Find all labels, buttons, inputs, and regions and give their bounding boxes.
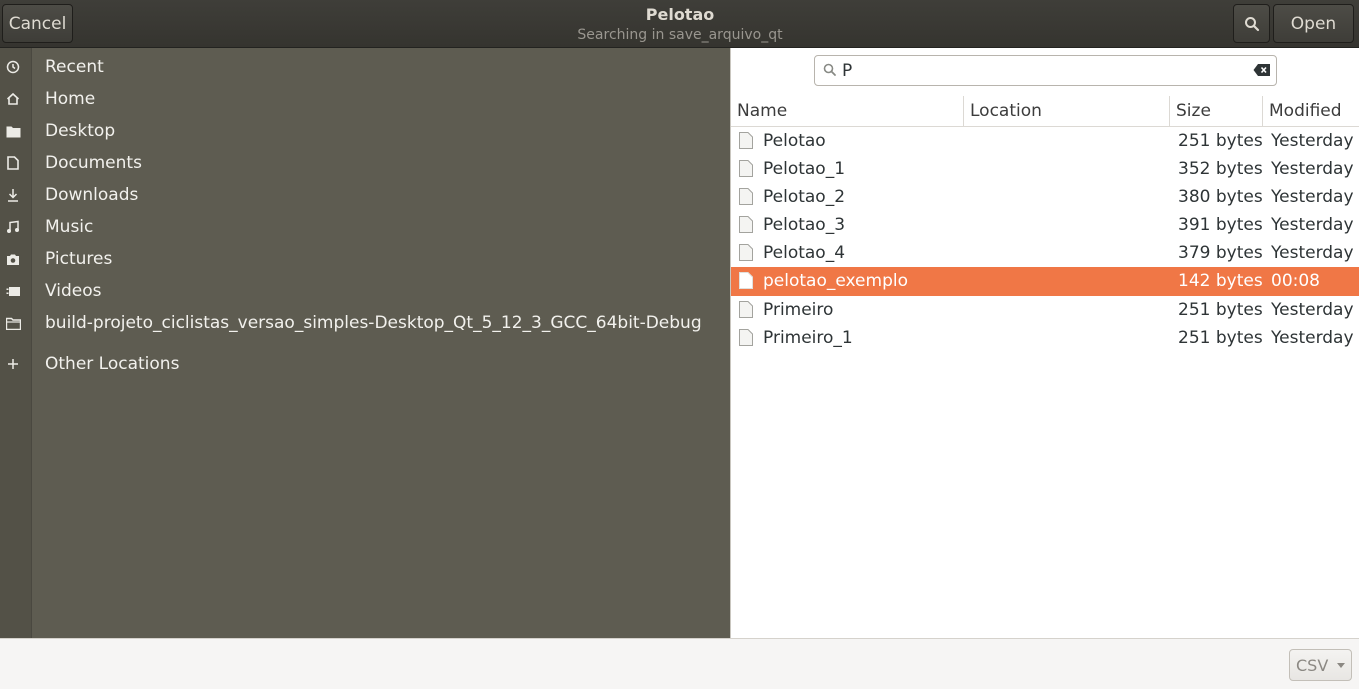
sidebar-item-recent[interactable]: Recent	[0, 51, 730, 83]
file-size: 380 bytes	[1178, 187, 1263, 207]
column-header-location[interactable]: Location	[964, 96, 1170, 127]
search-icon	[823, 63, 836, 76]
file-size: 352 bytes	[1178, 159, 1263, 179]
file-row[interactable]: Pelotao_1 352 bytes Yesterday	[731, 155, 1359, 183]
video-icon	[0, 275, 26, 307]
camera-icon	[0, 243, 26, 275]
file-modified: Yesterday	[1271, 300, 1354, 320]
chevron-down-icon	[1337, 663, 1345, 668]
file-name: Pelotao	[763, 131, 826, 151]
file-browser-pane: P Name Location Size Modified Pelotao 25…	[730, 48, 1359, 638]
file-size: 142 bytes	[1178, 271, 1263, 291]
sidebar-item-videos[interactable]: Videos	[0, 275, 730, 307]
file-icon	[739, 329, 753, 346]
dialog-subtitle: Searching in save_arquivo_qt	[577, 27, 783, 43]
file-icon	[739, 160, 753, 177]
file-icon	[739, 216, 753, 233]
sidebar-item-music[interactable]: Music	[0, 211, 730, 243]
file-size: 251 bytes	[1178, 300, 1263, 320]
home-icon	[0, 83, 26, 115]
file-icon	[739, 188, 753, 205]
search-icon	[1244, 16, 1259, 31]
file-type-filter-select[interactable]: CSV	[1289, 649, 1352, 681]
file-modified: Yesterday	[1271, 159, 1354, 179]
file-modified: Yesterday	[1271, 215, 1354, 235]
file-size: 379 bytes	[1178, 243, 1263, 263]
column-header-size[interactable]: Size	[1170, 96, 1263, 127]
sidebar-item-label: Music	[45, 217, 94, 237]
music-icon	[0, 211, 26, 243]
file-icon	[739, 132, 753, 149]
open-button[interactable]: Open	[1273, 4, 1354, 43]
search-toggle-button[interactable]	[1233, 4, 1270, 43]
bottom-action-bar: CSV	[0, 638, 1359, 689]
sidebar-item-build-folder[interactable]: build-projeto_ciclistas_versao_simples-D…	[0, 307, 730, 339]
file-modified: Yesterday	[1271, 328, 1354, 348]
cancel-button[interactable]: Cancel	[2, 4, 73, 43]
sidebar-item-label: Desktop	[45, 121, 116, 141]
folder-icon	[0, 115, 26, 147]
file-row[interactable]: Primeiro 251 bytes Yesterday	[731, 296, 1359, 324]
file-size: 391 bytes	[1178, 215, 1263, 235]
sidebar-item-label: Home	[45, 89, 96, 109]
file-icon	[739, 272, 753, 289]
sidebar-item-label: Pictures	[45, 249, 113, 269]
sidebar-item-label: build-projeto_ciclistas_versao_simples-D…	[45, 313, 702, 333]
sidebar-item-label: Documents	[45, 153, 142, 173]
file-row[interactable]: Pelotao_3 391 bytes Yesterday	[731, 211, 1359, 239]
sidebar-item-label: Videos	[45, 281, 102, 301]
sidebar-item-documents[interactable]: Documents	[0, 147, 730, 179]
search-input[interactable]: P	[814, 55, 1277, 86]
document-icon	[0, 147, 26, 179]
file-name: Pelotao_3	[763, 215, 846, 235]
clear-icon[interactable]	[1253, 63, 1271, 77]
file-name: Pelotao_4	[763, 243, 846, 263]
column-header-row: Name Location Size Modified	[731, 96, 1359, 127]
download-icon	[0, 179, 26, 211]
folder-icon	[0, 307, 26, 339]
dialog-title-area: Pelotao Searching in save_arquivo_qt	[470, 5, 890, 45]
file-row[interactable]: Pelotao_4 379 bytes Yesterday	[731, 239, 1359, 267]
sidebar-item-label: Recent	[45, 57, 104, 77]
file-row[interactable]: Pelotao 251 bytes Yesterday	[731, 127, 1359, 155]
sidebar-item-desktop[interactable]: Desktop	[0, 115, 730, 147]
sidebar-item-label: Other Locations	[45, 354, 180, 374]
file-size: 251 bytes	[1178, 131, 1263, 151]
file-row[interactable]: Pelotao_2 380 bytes Yesterday	[731, 183, 1359, 211]
file-name: Primeiro	[763, 300, 834, 320]
file-row[interactable]: Primeiro_1 251 bytes Yesterday	[731, 324, 1359, 352]
dialog-title: Pelotao	[645, 5, 715, 24]
sidebar-item-downloads[interactable]: Downloads	[0, 179, 730, 211]
sidebar-item-home[interactable]: Home	[0, 83, 730, 115]
header-bar: Cancel Pelotao Searching in save_arquivo…	[0, 0, 1359, 48]
sidebar-item-pictures[interactable]: Pictures	[0, 243, 730, 275]
search-query-text: P	[842, 61, 853, 81]
column-header-name[interactable]: Name	[731, 96, 964, 127]
file-name: Pelotao_2	[763, 187, 846, 207]
file-modified: Yesterday	[1271, 243, 1354, 263]
filter-selected-label: CSV	[1296, 655, 1329, 675]
file-modified: 00:08	[1271, 271, 1320, 291]
plus-icon	[0, 348, 26, 380]
column-header-modified[interactable]: Modified	[1263, 96, 1359, 127]
file-name: pelotao_exemplo	[763, 271, 908, 291]
file-modified: Yesterday	[1271, 187, 1354, 207]
sidebar-item-label: Downloads	[45, 185, 139, 205]
file-size: 251 bytes	[1178, 328, 1263, 348]
clock-icon	[0, 51, 26, 83]
file-modified: Yesterday	[1271, 131, 1354, 151]
sidebar-item-other-locations[interactable]: Other Locations	[0, 348, 730, 380]
file-icon	[739, 244, 753, 261]
file-name: Pelotao_1	[763, 159, 846, 179]
file-row-selected[interactable]: pelotao_exemplo 142 bytes 00:08	[731, 267, 1359, 296]
places-sidebar: Recent Home Desktop Documents Downloads …	[0, 48, 730, 638]
file-icon	[739, 301, 753, 318]
file-name: Primeiro_1	[763, 328, 853, 348]
